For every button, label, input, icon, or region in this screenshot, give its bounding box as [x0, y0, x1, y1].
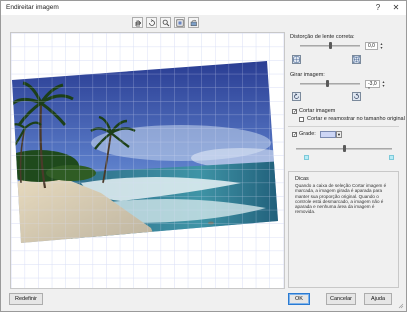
- ok-button[interactable]: OK: [288, 293, 310, 305]
- tips-box: Dicas Quando a caixa de seleção Cortar i…: [288, 171, 399, 288]
- tips-text: Quando a caixa de seleção Cortar imagem …: [295, 183, 387, 215]
- zoom-icon[interactable]: [160, 17, 171, 28]
- spin-arrows-icon[interactable]: ▲ ▼: [378, 42, 385, 50]
- reset-button[interactable]: Redefinir: [9, 293, 43, 305]
- rotate-image-label: Girar imagem:: [290, 72, 325, 78]
- rotate-image-slider[interactable]: [300, 83, 360, 85]
- lens-distortion-slider-thumb[interactable]: [328, 42, 332, 49]
- cancel-button[interactable]: Cancelar: [326, 293, 356, 305]
- crop-resample-label: Cortar e reamostrar no tamanho original: [307, 116, 405, 122]
- pincushion-distortion-icon[interactable]: [352, 55, 361, 64]
- close-icon[interactable]: ✕: [390, 2, 402, 13]
- image-preview-canvas[interactable]: [10, 32, 285, 289]
- rotate-right-icon[interactable]: [352, 92, 361, 101]
- grid-small-icon: [304, 155, 309, 160]
- barrel-distortion-icon[interactable]: [292, 55, 301, 64]
- grid-large-icon: [389, 155, 394, 160]
- rotate-image-icon[interactable]: [188, 17, 199, 28]
- rotate-left-icon[interactable]: [292, 92, 301, 101]
- lens-distortion-label: Distorção de lente correta:: [290, 34, 355, 40]
- straighten-image-dialog: Endireitar imagem ? ✕ Distorção de lente…: [0, 0, 407, 312]
- rotate-back-icon[interactable]: [146, 17, 157, 28]
- chevron-down-icon[interactable]: ▼: [336, 131, 342, 138]
- grid-size-slider-thumb[interactable]: [342, 145, 346, 152]
- window-title: Endireitar imagem: [6, 4, 59, 11]
- crop-image-label: Cortar imagem: [299, 108, 336, 114]
- check-mark-icon: ✓: [293, 132, 298, 138]
- pan-hand-icon[interactable]: [132, 17, 143, 28]
- tips-title: Dicas: [295, 176, 309, 182]
- crop-image-checkbox[interactable]: ✓: [292, 109, 298, 115]
- view-toolbar: [1, 15, 406, 32]
- fit-view-icon[interactable]: [174, 17, 185, 28]
- grid-label: Grade:: [299, 131, 316, 137]
- spin-arrows-icon[interactable]: ▲ ▼: [380, 80, 387, 88]
- rotate-angle-input[interactable]: -3,0 ° ▲ ▼: [365, 80, 385, 93]
- settings-panel: Distorção de lente correta: 0,0 ▲ ▼ Girar…: [288, 32, 405, 289]
- lens-distortion-input[interactable]: 0,0 ▲ ▼: [365, 42, 383, 50]
- check-mark-icon: ✓: [293, 109, 298, 115]
- help-button[interactable]: Ajuda: [364, 293, 392, 305]
- title-bar: Endireitar imagem ? ✕: [1, 1, 406, 15]
- rotate-image-slider-thumb[interactable]: [326, 80, 330, 87]
- grid-checkbox[interactable]: ✓: [292, 132, 298, 138]
- preview-image: [11, 33, 284, 288]
- grid-color-swatch[interactable]: [320, 131, 336, 138]
- help-icon[interactable]: ?: [372, 2, 384, 13]
- crop-resample-checkbox[interactable]: [299, 117, 304, 122]
- separator: [288, 126, 399, 127]
- resize-grip-icon[interactable]: [398, 303, 404, 309]
